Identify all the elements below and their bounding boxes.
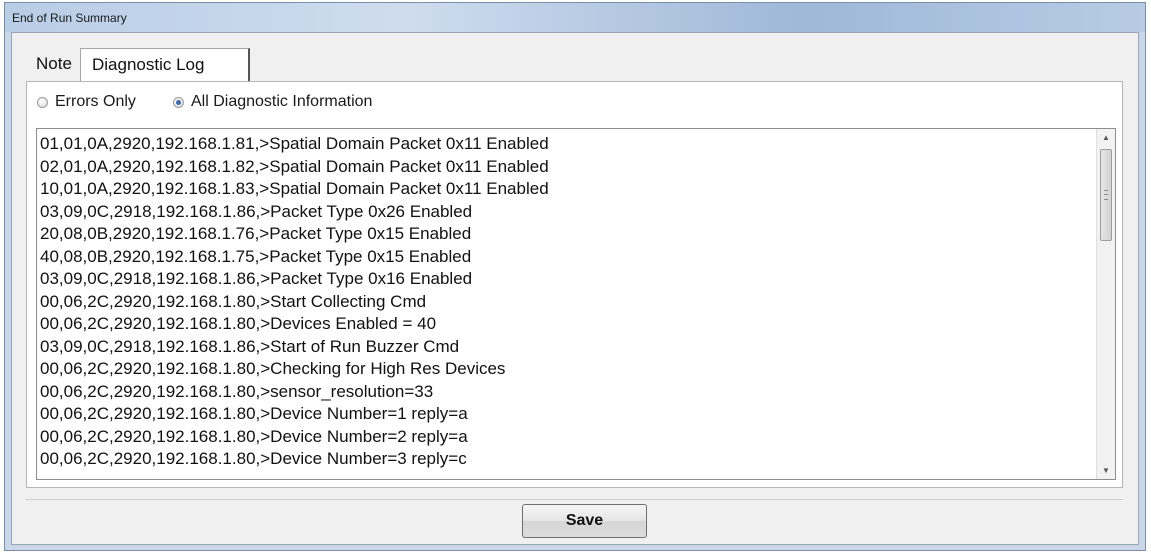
grip-icon xyxy=(1104,190,1108,200)
log-line: 40,08,0B,2920,192.168.1.75,>Packet Type … xyxy=(40,246,472,266)
diagnostic-log-textbox[interactable]: 01,01,0A,2920,192.168.1.81,>Spatial Doma… xyxy=(36,128,1116,480)
save-button[interactable]: Save xyxy=(522,504,647,538)
window-title: End of Run Summary xyxy=(12,11,127,25)
all-diagnostic-info-radio[interactable]: All Diagnostic Information xyxy=(173,93,372,111)
log-line: 10,01,0A,2920,192.168.1.83,>Spatial Doma… xyxy=(40,179,549,198)
errors-only-radio[interactable]: Errors Only xyxy=(37,93,136,111)
log-line: 00,06,2C,2920,192.168.1.80,>Start Collec… xyxy=(40,291,427,311)
log-line: 02,01,0A,2920,192.168.1.82,>Spatial Doma… xyxy=(40,156,549,176)
log-line: 20,08,0B,2920,192.168.1.76,>Packet Type … xyxy=(40,224,472,243)
end-of-run-summary-window: End of Run Summary Note Diagnostic Log E… xyxy=(4,2,1146,551)
log-line: 01,01,0A,2920,192.168.1.81,>Spatial Doma… xyxy=(40,134,549,153)
log-line: 03,09,0C,2918,192.168.1.86,>Start of Run… xyxy=(40,336,460,356)
log-line: 00,06,2C,2920,192.168.1.80,>Device Numbe… xyxy=(40,426,468,446)
tab-diagnostic-log[interactable]: Diagnostic Log xyxy=(80,48,250,82)
vertical-scrollbar[interactable]: ▲ ▼ xyxy=(1096,129,1115,479)
footer-divider xyxy=(26,499,1123,500)
log-line: 00,06,2C,2920,192.168.1.80,>Device Numbe… xyxy=(40,449,467,468)
scroll-up-arrow-icon[interactable]: ▲ xyxy=(1097,129,1115,146)
radio-unselected-icon xyxy=(37,96,48,108)
errors-only-label: Errors Only xyxy=(55,93,136,110)
log-line: 00,06,2C,2920,192.168.1.80,>Device Numbe… xyxy=(40,404,468,423)
log-lines: 01,01,0A,2920,192.168.1.81,>Spatial Doma… xyxy=(40,133,1110,471)
diagnostic-log-panel: Errors Only All Diagnostic Information 0… xyxy=(26,81,1123,488)
log-line: 00,06,2C,2920,192.168.1.80,>Checking for… xyxy=(40,359,506,378)
dialog-client-area: Note Diagnostic Log Errors Only All Diag… xyxy=(11,32,1139,545)
log-line: 00,06,2C,2920,192.168.1.80,>sensor_resol… xyxy=(40,381,434,401)
scrollbar-thumb[interactable] xyxy=(1100,149,1112,241)
radio-selected-icon xyxy=(173,96,184,108)
title-bar[interactable]: End of Run Summary xyxy=(5,3,1145,32)
scroll-down-arrow-icon[interactable]: ▼ xyxy=(1097,462,1115,479)
tab-note[interactable]: Note xyxy=(26,48,80,80)
log-line: 00,06,2C,2920,192.168.1.80,>Devices Enab… xyxy=(40,314,437,333)
all-diagnostic-info-label: All Diagnostic Information xyxy=(191,93,373,110)
log-line: 03,09,0C,2918,192.168.1.86,>Packet Type … xyxy=(40,269,473,288)
log-line: 03,09,0C,2918,192.168.1.86,>Packet Type … xyxy=(40,201,473,221)
